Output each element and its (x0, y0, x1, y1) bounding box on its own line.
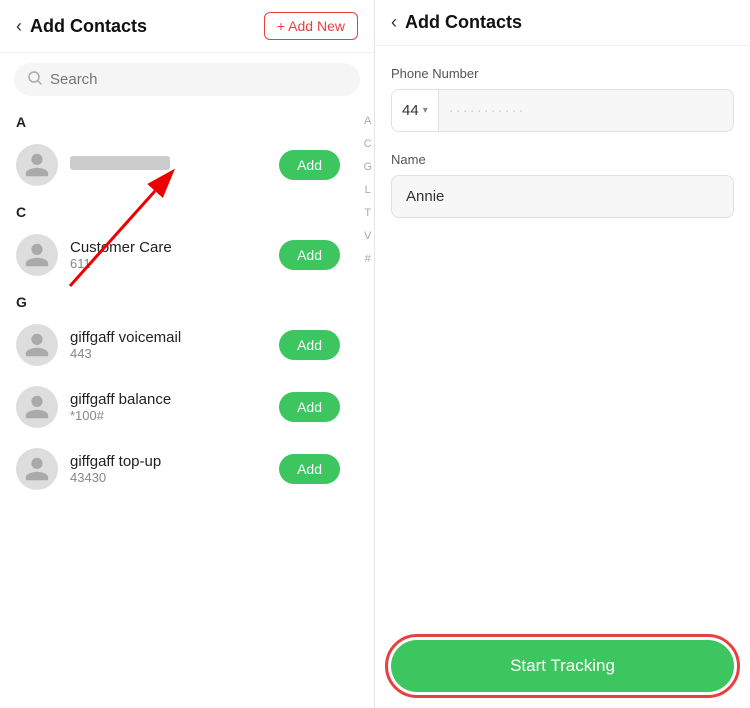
alpha-a[interactable]: A (364, 116, 371, 127)
add-button-g1[interactable]: Add (279, 330, 340, 360)
back-button-right[interactable]: ‹ (391, 12, 397, 33)
avatar (16, 144, 58, 186)
contact-number: 443 (70, 346, 267, 361)
add-button-g3[interactable]: Add (279, 454, 340, 484)
phone-code-value: 44 (402, 102, 419, 119)
avatar (16, 448, 58, 490)
contact-info: giffgaff voicemail 443 (70, 329, 267, 361)
avatar (16, 386, 58, 428)
search-input[interactable] (50, 71, 346, 88)
alpha-hash[interactable]: # (365, 254, 371, 265)
right-content: Phone Number 44 ▾ Name Annie (375, 46, 750, 624)
alpha-c[interactable]: C (364, 139, 372, 150)
name-field[interactable]: Annie (391, 175, 734, 218)
section-label-a: A (0, 106, 356, 134)
section-label-g: G (0, 286, 356, 314)
bottom-section: Start Tracking (375, 624, 750, 708)
right-header: ‹ Add Contacts (375, 0, 750, 46)
phone-row: 44 ▾ (391, 89, 734, 132)
add-button-a1[interactable]: Add (279, 150, 340, 180)
phone-code-selector[interactable]: 44 ▾ (392, 90, 439, 131)
avatar (16, 234, 58, 276)
avatar (16, 324, 58, 366)
list-item: Customer Care 611 Add (0, 224, 356, 286)
add-new-button[interactable]: + Add New (264, 12, 358, 40)
alpha-g[interactable]: G (363, 162, 372, 173)
right-panel-title: Add Contacts (405, 12, 522, 33)
phone-number-input[interactable] (439, 90, 733, 131)
contact-info: giffgaff balance *100# (70, 391, 267, 423)
contact-number: 611 (70, 256, 267, 271)
list-item: giffgaff balance *100# Add (0, 376, 356, 438)
contact-list-wrapper: A Add C Customer Care 611 (0, 106, 374, 500)
list-item: giffgaff top-up 43430 Add (0, 438, 356, 500)
contact-info: giffgaff top-up 43430 (70, 453, 267, 485)
add-button-c1[interactable]: Add (279, 240, 340, 270)
back-button-left[interactable]: ‹ (16, 16, 22, 37)
left-panel-title: Add Contacts (30, 16, 147, 37)
left-panel: ‹ Add Contacts + Add New A Add (0, 0, 375, 708)
alpha-v[interactable]: V (364, 231, 371, 242)
contact-name-placeholder (70, 156, 170, 170)
alpha-t[interactable]: T (364, 208, 371, 219)
section-label-c: C (0, 196, 356, 224)
add-button-g2[interactable]: Add (279, 392, 340, 422)
contact-name: giffgaff balance (70, 391, 267, 408)
alpha-sidebar: A C G L T V # (363, 106, 372, 500)
contact-number: 43430 (70, 470, 267, 485)
contact-name: Customer Care (70, 239, 267, 256)
contact-info (70, 156, 267, 174)
name-label: Name (391, 152, 734, 167)
right-panel: ‹ Add Contacts Phone Number 44 ▾ Name An… (375, 0, 750, 708)
alpha-l[interactable]: L (365, 185, 371, 196)
phone-label: Phone Number (391, 66, 734, 81)
start-tracking-button[interactable]: Start Tracking (391, 640, 734, 692)
dropdown-arrow-icon: ▾ (423, 105, 428, 116)
contact-name: giffgaff voicemail (70, 329, 267, 346)
contact-number: *100# (70, 408, 267, 423)
left-header-left: ‹ Add Contacts (16, 16, 147, 37)
contact-name: giffgaff top-up (70, 453, 267, 470)
contact-info: Customer Care 611 (70, 239, 267, 271)
search-icon (28, 71, 42, 88)
left-header: ‹ Add Contacts + Add New (0, 0, 374, 53)
list-item: Add (0, 134, 356, 196)
list-item: giffgaff voicemail 443 Add (0, 314, 356, 376)
contact-list: A Add C Customer Care 611 (0, 106, 374, 500)
search-bar (14, 63, 360, 96)
